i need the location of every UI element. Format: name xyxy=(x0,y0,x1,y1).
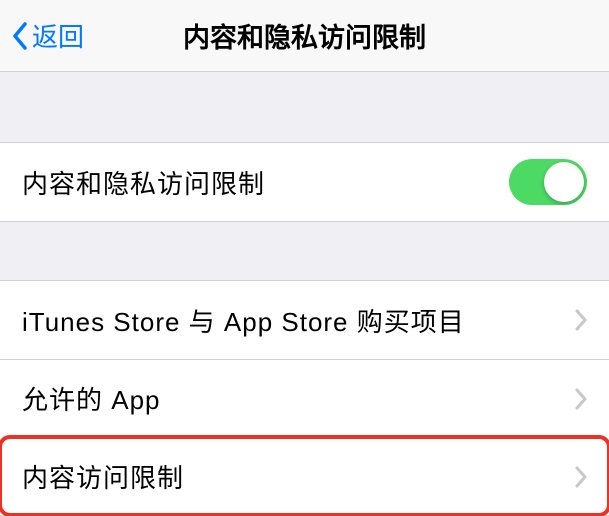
toggle-switch[interactable] xyxy=(509,159,587,205)
toggle-section: 内容和隐私访问限制 xyxy=(0,142,609,222)
chevron-right-icon xyxy=(575,466,587,488)
back-label: 返回 xyxy=(32,17,84,54)
spacer xyxy=(0,222,609,280)
menu-item-label: 内容访问限制 xyxy=(22,458,184,495)
menu-section: iTunes Store 与 App Store 购买项目 允许的 App 内容… xyxy=(0,280,609,516)
menu-item-content-restrictions[interactable]: 内容访问限制 xyxy=(0,437,609,515)
toggle-knob xyxy=(544,162,584,202)
menu-item-itunes[interactable]: iTunes Store 与 App Store 购买项目 xyxy=(0,281,609,359)
toggle-row: 内容和隐私访问限制 xyxy=(0,143,609,221)
toggle-label: 内容和隐私访问限制 xyxy=(22,164,265,201)
chevron-left-icon xyxy=(12,22,28,50)
page-title: 内容和隐私访问限制 xyxy=(0,16,609,55)
spacer xyxy=(0,72,609,142)
back-button[interactable]: 返回 xyxy=(0,17,84,54)
menu-item-label: iTunes Store 与 App Store 购买项目 xyxy=(22,302,465,339)
chevron-right-icon xyxy=(575,309,587,331)
chevron-right-icon xyxy=(575,388,587,410)
menu-item-label: 允许的 App xyxy=(22,380,161,417)
nav-header: 返回 内容和隐私访问限制 xyxy=(0,0,609,72)
menu-item-allowed-apps[interactable]: 允许的 App xyxy=(0,359,609,437)
